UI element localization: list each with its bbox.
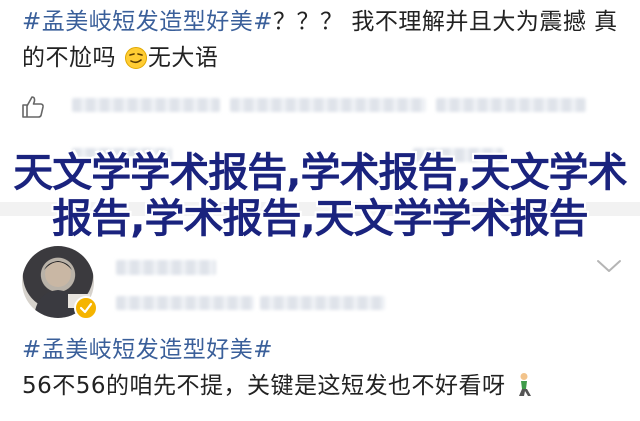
blurred-like-names-2 — [230, 98, 426, 112]
blurred-meta-2 — [260, 296, 385, 310]
chevron-down-icon[interactable] — [596, 258, 622, 278]
comment-body: 56不56的咱先不提，关键是这短发也不好看呀 — [22, 373, 506, 399]
blurred-username[interactable] — [116, 260, 216, 275]
like-icon[interactable] — [20, 94, 46, 124]
comment-card: #孟美岐短发造型好美# 56不56的咱先不提，关键是这短发也不好看呀 — [0, 216, 640, 421]
post-text: #孟美岐短发造型好美#？？？ 我不理解并且大为震撼 真的不尬吗 无大语 — [22, 4, 622, 81]
comment-hashtag-link[interactable]: #孟美岐短发造型好美# — [22, 332, 622, 368]
post-action-row — [18, 86, 628, 162]
comment-text: #孟美岐短发造型好美# 56不56的咱先不提，关键是这短发也不好看呀 — [22, 332, 622, 409]
verified-badge-icon — [74, 296, 98, 320]
blurred-like-names — [72, 98, 220, 112]
comment-body-line: 56不56的咱先不提，关键是这短发也不好看呀 — [22, 368, 622, 409]
watermark-overlay-text: 天文学学术报告,学术报告,天文学术报告,学术报告,天文学学术报告 — [13, 150, 627, 242]
blurred-meta-1 — [116, 296, 254, 310]
blurred-like-names-3 — [436, 98, 586, 112]
emoji-tail-text: 无大语 — [147, 45, 219, 71]
hashtag-link[interactable]: #孟美岐短发造型好美# — [22, 9, 273, 35]
emoji-icon — [124, 45, 148, 81]
kneeling-person-icon — [513, 372, 535, 409]
